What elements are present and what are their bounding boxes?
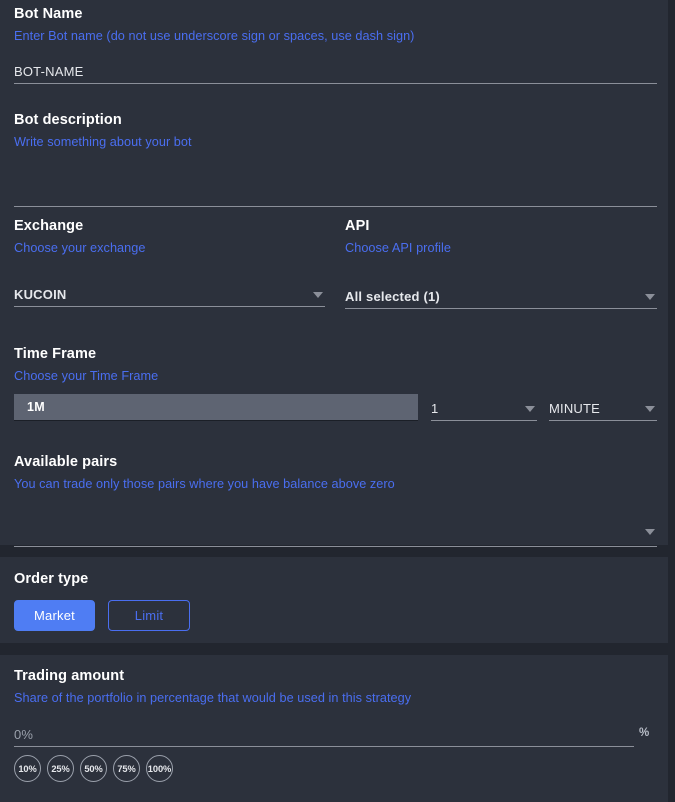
chevron-down-icon[interactable]: [313, 292, 323, 298]
order-type-panel: Order type Market Limit: [0, 557, 668, 643]
bot-description-input[interactable]: [14, 171, 657, 207]
time-frame-value: 1M: [27, 400, 45, 414]
available-pairs-field-group: Available pairs You can trade only those…: [14, 454, 657, 547]
time-frame-amount-value: 1: [431, 401, 439, 416]
trading-amount-hint: Share of the portfolio in percentage tha…: [14, 691, 412, 705]
api-field-group: API Choose API profile All selected (1): [345, 218, 657, 309]
api-value: All selected (1): [345, 289, 440, 304]
bot-name-value: BOT-NAME: [14, 64, 84, 79]
quick-amount-chip[interactable]: 10%: [14, 755, 41, 782]
available-pairs-hint: You can trade only those pairs where you…: [14, 477, 395, 491]
trading-amount-panel: Trading amount Share of the portfolio in…: [0, 655, 668, 802]
quick-amount-chip[interactable]: 25%: [47, 755, 74, 782]
trading-amount-quick-select: 10% 25% 50% 75% 100%: [14, 755, 173, 782]
api-title: API: [345, 218, 370, 234]
order-type-title: Order type: [14, 571, 89, 587]
bot-description-field-group: Bot description Write something about yo…: [14, 112, 657, 207]
time-frame-unit-value: MINUTE: [549, 401, 601, 416]
trading-amount-input[interactable]: 0%: [14, 721, 634, 747]
order-type-market-button[interactable]: Market: [14, 600, 95, 631]
quick-amount-chip[interactable]: 100%: [146, 755, 173, 782]
available-pairs-title: Available pairs: [14, 454, 118, 470]
bot-settings-panel: Bot Name Enter Bot name (do not use unde…: [0, 0, 668, 547]
api-hint: Choose API profile: [345, 241, 451, 255]
bot-name-title: Bot Name: [14, 6, 83, 22]
bot-name-hint: Enter Bot name (do not use underscore si…: [14, 29, 415, 43]
bot-name-field-group: Bot Name Enter Bot name (do not use unde…: [14, 6, 657, 84]
exchange-select[interactable]: KUCOIN: [14, 281, 325, 307]
chevron-down-icon[interactable]: [645, 406, 655, 412]
exchange-hint: Choose your exchange: [14, 241, 146, 255]
chevron-down-icon[interactable]: [645, 529, 655, 535]
trading-amount-value: 0%: [14, 727, 34, 742]
quick-amount-chip[interactable]: 75%: [113, 755, 140, 782]
time-frame-amount-select[interactable]: 1: [431, 395, 537, 421]
time-frame-hint: Choose your Time Frame: [14, 369, 159, 383]
time-frame-display[interactable]: 1M: [14, 394, 418, 421]
trading-amount-title-wrap: Trading amount Share of the portfolio in…: [14, 668, 657, 705]
order-type-limit-button[interactable]: Limit: [108, 600, 190, 631]
order-type-title-wrap: Order type: [14, 571, 88, 587]
bot-description-hint: Write something about your bot: [14, 135, 192, 149]
time-frame-field-group: Time Frame Choose your Time Frame: [14, 346, 657, 383]
quick-amount-chip[interactable]: 50%: [80, 755, 107, 782]
chevron-down-icon[interactable]: [525, 406, 535, 412]
time-frame-unit-select[interactable]: MINUTE: [549, 395, 657, 421]
chevron-down-icon[interactable]: [645, 294, 655, 300]
time-frame-title: Time Frame: [14, 346, 97, 362]
exchange-field-group: Exchange Choose your exchange KUCOIN: [14, 218, 325, 307]
trading-amount-percent-suffix: %: [639, 727, 650, 739]
bot-name-input[interactable]: BOT-NAME: [14, 58, 657, 84]
bot-configuration-page: Bot Name Enter Bot name (do not use unde…: [0, 0, 675, 802]
api-select[interactable]: All selected (1): [345, 283, 657, 309]
bot-description-title: Bot description: [14, 112, 122, 128]
trading-amount-title: Trading amount: [14, 668, 125, 684]
exchange-title: Exchange: [14, 218, 84, 234]
exchange-value: KUCOIN: [14, 287, 67, 302]
available-pairs-select[interactable]: [14, 515, 657, 547]
